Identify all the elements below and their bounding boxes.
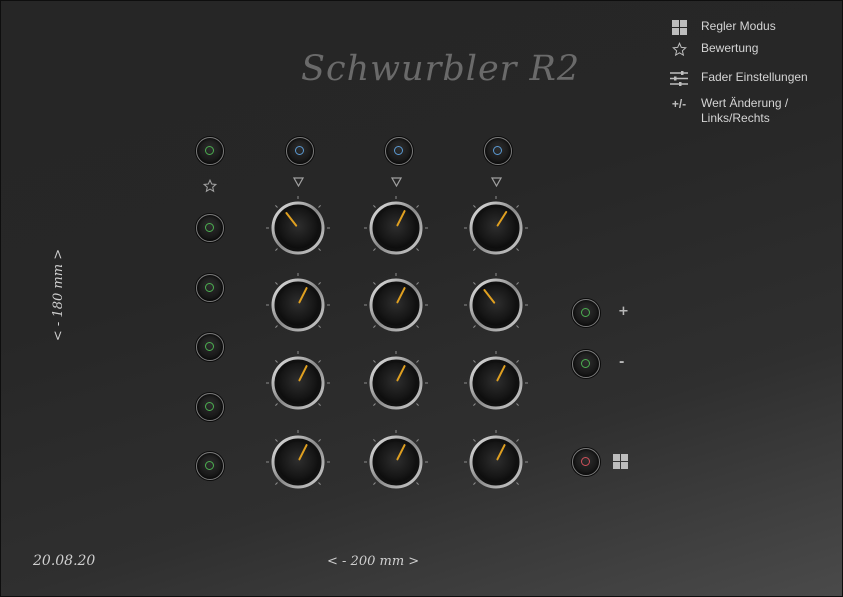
knob-r2-c2[interactable] [358,267,434,343]
width-dimension-label: < - 200 mm > [327,554,420,569]
knob-r3-c1[interactable] [260,345,336,421]
led-indicator [205,402,214,411]
triangle-down-icon [292,177,305,190]
led-indicator [205,342,214,351]
plus-label: + [618,304,629,319]
knob-r1-c3[interactable] [458,190,534,266]
legend-item-fader: Fader Einstellungen [668,70,808,86]
height-dimension-label: < - 180 mm > [51,248,66,342]
legend-item-wert-aenderung: +/- Wert Änderung / Links/Rechts [668,96,788,126]
grid-icon [668,19,690,35]
jack-top-col1[interactable] [286,137,314,165]
plus-button[interactable] [572,299,600,327]
triangle-down-icon [490,177,503,190]
led-indicator [205,223,214,232]
jack-top-col2[interactable] [385,137,413,165]
led-indicator [295,146,304,155]
legend-label: Fader Einstellungen [701,70,808,84]
knob-r3-c3[interactable] [458,345,534,421]
led-indicator [493,146,502,155]
led-indicator [581,308,590,317]
led-indicator [205,283,214,292]
minus-label: - [619,355,625,370]
knob-r4-c2[interactable] [358,424,434,500]
legend-label: Regler Modus [701,19,776,33]
synth-panel: Schwurbler R2 Regler Modus Bewertung Fad… [0,0,843,597]
knob-r2-c1[interactable] [260,267,336,343]
led-indicator [205,146,214,155]
jack-left-row2[interactable] [196,274,224,302]
star-icon [668,41,690,57]
led-indicator [394,146,403,155]
legend-label-line2: Links/Rechts [701,111,770,125]
legend-label: Wert Änderung / [701,96,789,110]
led-indicator [581,457,590,466]
knob-r1-c1[interactable] [260,190,336,266]
jack-top-col3[interactable] [484,137,512,165]
knob-r2-c3[interactable] [458,267,534,343]
device-title: Schwurbler R2 [301,49,581,89]
minus-button[interactable] [572,350,600,378]
plus-minus-icon: +/- [671,97,687,111]
knob-r4-c3[interactable] [458,424,534,500]
triangle-down-icon [390,177,403,190]
jack-left-row1[interactable] [196,214,224,242]
knob-r3-c2[interactable] [358,345,434,421]
knob-r1-c2[interactable] [358,190,434,266]
knob-r4-c1[interactable] [260,424,336,500]
legend-label: Bewertung [701,41,759,55]
sliders-icon [668,70,690,86]
date-label: 20.08.20 [33,553,96,569]
led-indicator [581,359,590,368]
mode-button[interactable] [572,448,600,476]
jack-left-row5[interactable] [196,452,224,480]
jack-top-left[interactable] [196,137,224,165]
jack-left-row3[interactable] [196,333,224,361]
star-icon [202,178,218,196]
led-indicator [205,461,214,470]
legend-item-bewertung: Bewertung [668,41,758,57]
jack-left-row4[interactable] [196,393,224,421]
grid-icon [613,454,628,473]
legend-item-regler-modus: Regler Modus [668,19,776,35]
